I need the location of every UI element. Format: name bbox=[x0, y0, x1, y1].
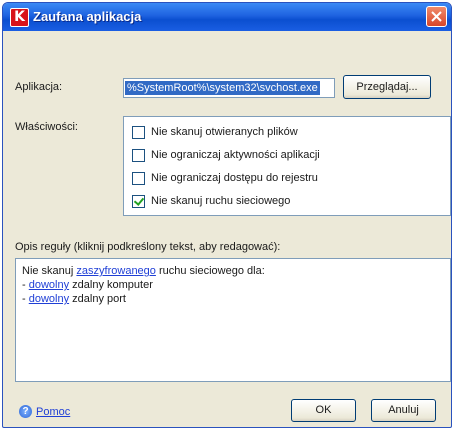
property-option-no-activity-limit[interactable]: Nie ograniczaj aktywności aplikacji bbox=[132, 147, 320, 163]
application-path-value: %SystemRoot%\system32\svchost.exe bbox=[125, 81, 320, 95]
close-icon bbox=[431, 11, 442, 22]
close-button[interactable] bbox=[426, 6, 447, 27]
property-option-label: Nie ograniczaj aktywności aplikacji bbox=[151, 149, 320, 161]
property-option-label: Nie skanuj otwieranych plików bbox=[151, 126, 298, 138]
checkbox[interactable] bbox=[132, 171, 145, 185]
property-option-no-registry-limit[interactable]: Nie ograniczaj dostępu do rejestru bbox=[132, 170, 318, 186]
rule-description-box: Nie skanuj zaszyfrowanego ruchu sieciowe… bbox=[15, 258, 451, 382]
rule-line: - dowolny zdalny komputer bbox=[22, 278, 444, 292]
title-bar[interactable]: K Zaufana aplikacja bbox=[3, 3, 451, 31]
rule-text: zdalny komputer bbox=[69, 279, 153, 291]
property-option-label: Nie ograniczaj dostępu do rejestru bbox=[151, 172, 318, 184]
ok-button[interactable]: OK bbox=[291, 399, 356, 422]
rule-text: - bbox=[22, 279, 29, 291]
properties-list: Nie skanuj otwieranych plików Nie ograni… bbox=[123, 116, 451, 216]
rule-text: ruchu sieciowego dla: bbox=[155, 265, 265, 277]
help-link-group[interactable]: ? Pomoc bbox=[19, 405, 70, 418]
help-icon: ? bbox=[19, 405, 32, 418]
properties-label: Właściwości: bbox=[15, 121, 78, 133]
help-link[interactable]: Pomoc bbox=[36, 406, 70, 418]
remote-computer-link[interactable]: dowolny bbox=[29, 279, 69, 291]
rule-text: - bbox=[22, 293, 29, 305]
rule-text: zdalny port bbox=[69, 293, 126, 305]
application-path-field[interactable]: %SystemRoot%\system32\svchost.exe bbox=[123, 78, 335, 98]
property-option-skip-opened-files[interactable]: Nie skanuj otwieranych plików bbox=[132, 124, 298, 140]
cancel-button[interactable]: Anuluj bbox=[371, 399, 436, 422]
dialog-title: Zaufana aplikacja bbox=[33, 9, 142, 24]
rule-line: - dowolny zdalny port bbox=[22, 292, 444, 306]
property-option-label: Nie skanuj ruchu sieciowego bbox=[151, 195, 291, 207]
encrypted-traffic-link[interactable]: zaszyfrowanego bbox=[76, 265, 156, 277]
checkbox[interactable] bbox=[132, 125, 145, 139]
application-label: Aplikacja: bbox=[15, 81, 63, 93]
property-option-skip-network-traffic[interactable]: Nie skanuj ruchu sieciowego bbox=[132, 193, 290, 209]
rule-description-label: Opis reguły (kliknij podkreślony tekst, … bbox=[15, 241, 281, 253]
checkbox-checked[interactable] bbox=[132, 194, 145, 208]
kaspersky-icon: K bbox=[10, 8, 29, 27]
remote-port-link[interactable]: dowolny bbox=[29, 293, 69, 305]
rule-text: Nie skanuj bbox=[22, 265, 77, 277]
trusted-application-dialog: K Zaufana aplikacja Aplikacja: %SystemRo… bbox=[2, 2, 452, 428]
rule-line: Nie skanuj zaszyfrowanego ruchu sieciowe… bbox=[22, 264, 444, 278]
browse-button[interactable]: Przeglądaj... bbox=[343, 75, 431, 99]
checkbox[interactable] bbox=[132, 148, 145, 162]
